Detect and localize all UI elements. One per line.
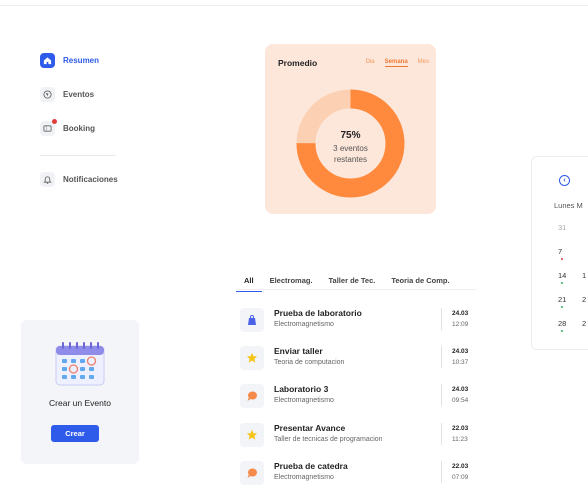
bag-icon <box>240 308 264 332</box>
tab-semana[interactable]: Semana <box>384 59 408 67</box>
notification-badge <box>52 119 57 124</box>
star-icon <box>240 346 264 370</box>
sidebar-item-label: Booking <box>63 124 95 133</box>
sidebar-item-resumen[interactable]: Resumen <box>40 53 99 68</box>
promedio-card: Promedio Dia Semana Mes 75% 3 eventos re… <box>265 44 436 214</box>
task-subject: Teoria de computacion <box>274 359 345 366</box>
calendar-day[interactable]: 7 <box>558 247 582 260</box>
task-item[interactable]: Prueba de catedra Electromagnetismo 22.0… <box>240 459 472 489</box>
calendar-day[interactable]: 2 <box>582 295 586 304</box>
task-item[interactable]: Enviar taller Teoria de computacion 24.0… <box>240 344 472 374</box>
calendar-day[interactable]: 21 <box>558 295 582 308</box>
task-title: Presentar Avance <box>274 423 346 433</box>
task-time: 12:09 <box>452 321 469 328</box>
task-subject: Electromagnetismo <box>274 321 334 328</box>
promedio-title: Promedio <box>278 58 318 68</box>
calendar-week-row: 28 2 <box>558 319 586 332</box>
sidebar-item-label: Notificaciones <box>63 175 118 184</box>
sidebar-divider <box>40 155 116 156</box>
tab-mes[interactable]: Mes <box>418 59 429 67</box>
task-time: 09:54 <box>452 397 469 404</box>
calendar-day[interactable]: 31 <box>558 223 582 232</box>
task-date: 24.03 <box>452 348 469 355</box>
promedio-period-tabs: Dia Semana Mes <box>366 59 429 67</box>
calendar-day[interactable]: 14 <box>558 271 582 284</box>
calendar-weekday-header: Lunes M <box>554 201 583 210</box>
task-title: Laboratorio 3 <box>274 384 329 394</box>
remaining-line-2: restantes <box>334 155 367 164</box>
tab-dia[interactable]: Dia <box>366 59 375 67</box>
calendar-week-row: 7 <box>558 247 582 260</box>
calendar-day[interactable]: 1 <box>582 271 586 280</box>
task-title: Enviar taller <box>274 346 323 356</box>
star-icon <box>240 423 264 447</box>
task-date: 22.03 <box>452 425 469 432</box>
remaining-line-1: 3 eventos <box>333 144 368 153</box>
bell-icon <box>40 172 55 187</box>
event-dot <box>561 306 563 308</box>
event-dot <box>561 258 563 260</box>
task-separator <box>441 308 442 330</box>
event-dot <box>561 282 563 284</box>
sidebar-item-notificaciones[interactable]: Notificaciones <box>40 172 118 187</box>
task-title: Prueba de laboratorio <box>274 308 362 318</box>
chevron-left-circle-icon[interactable]: ‹ <box>559 175 570 186</box>
create-event-button[interactable]: Crear <box>51 425 99 442</box>
weekday-label: Lunes <box>554 201 575 210</box>
calendar-week-row: 14 1 <box>558 271 586 284</box>
calendar-day[interactable]: 2 <box>582 319 586 328</box>
calendar-illustration-icon <box>55 342 105 386</box>
donut-percent: 75% <box>340 130 361 141</box>
sidebar-item-eventos[interactable]: Eventos <box>40 87 94 102</box>
task-item[interactable]: Prueba de laboratorio Electromagnetismo … <box>240 306 472 336</box>
sidebar-item-booking[interactable]: Booking <box>40 119 95 136</box>
donut-remaining: 3 eventos restantes <box>320 143 381 165</box>
sidebar-item-label: Resumen <box>63 56 100 65</box>
task-separator <box>441 384 442 406</box>
calendar-week-row: 21 2 <box>558 295 586 308</box>
task-separator <box>441 346 442 368</box>
task-date: 24.03 <box>452 310 469 317</box>
ticket-icon <box>40 119 57 136</box>
task-time: 10:37 <box>452 359 469 366</box>
task-separator <box>441 423 442 445</box>
task-subject: Electromagnetismo <box>274 397 334 404</box>
calendar-week-row: 31 <box>558 223 582 232</box>
task-item[interactable]: Laboratorio 3 Electromagnetismo 24.03 09… <box>240 382 472 412</box>
create-event-title: Crear un Evento <box>49 398 111 408</box>
calendar-card: ‹ Lunes M 31 7 14 1 21 2 28 2 <box>531 156 588 350</box>
weekday-label: M <box>576 201 583 210</box>
globe-icon <box>40 87 55 102</box>
task-item[interactable]: Presentar Avance Taller de tecnicas de p… <box>240 421 472 451</box>
task-title: Prueba de catedra <box>274 461 348 471</box>
chat-bubble-icon <box>240 384 264 408</box>
home-icon <box>40 53 55 68</box>
task-date: 24.03 <box>452 386 469 393</box>
top-divider <box>0 5 588 6</box>
task-time: 11:23 <box>452 436 468 443</box>
task-date: 22.03 <box>452 463 469 470</box>
create-event-card: Crear un Evento Crear <box>21 320 139 464</box>
chat-bubble-icon <box>240 461 264 485</box>
sidebar-item-label: Eventos <box>63 90 95 99</box>
task-subject: Taller de tecnicas de programacion <box>274 436 383 443</box>
event-dot <box>561 330 563 332</box>
calendar-day[interactable]: 28 <box>558 319 582 332</box>
tabs-divider <box>236 289 476 290</box>
